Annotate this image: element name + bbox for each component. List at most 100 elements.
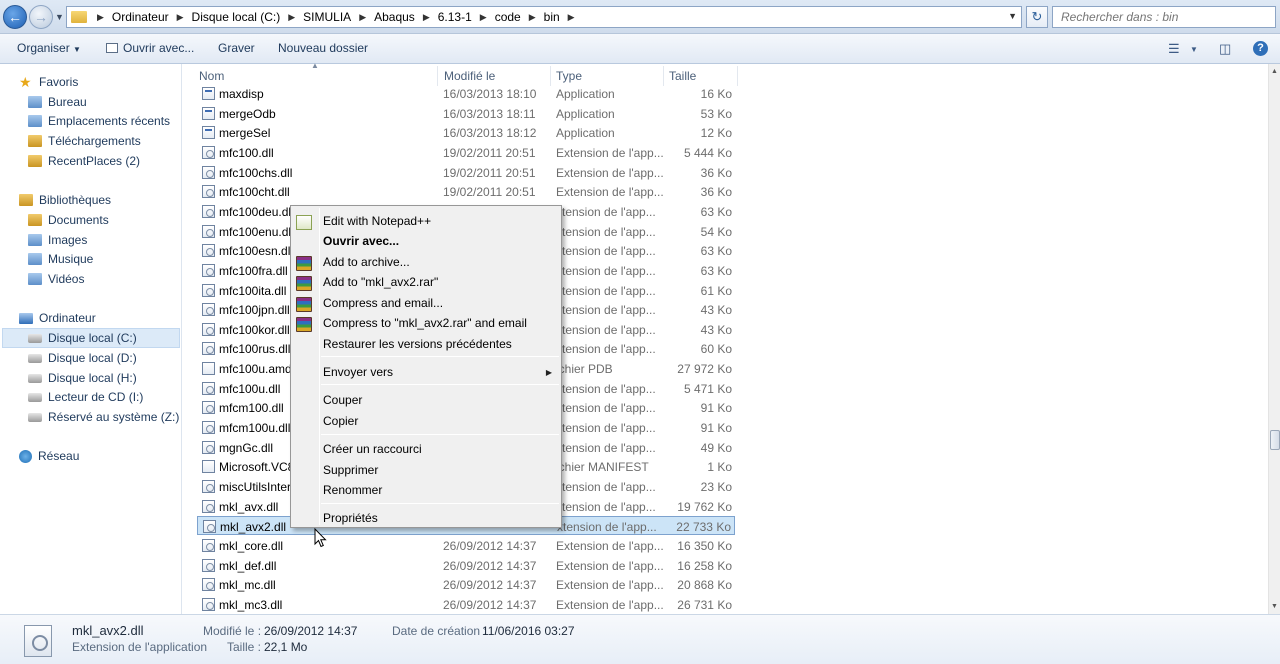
column-size[interactable]: Taille [669,69,696,83]
file-type: xtension de l'app... [556,283,656,298]
nav-favorites[interactable]: ★ Favoris [19,72,78,92]
nav-item-recent-locations[interactable]: Emplacements récents [28,111,170,131]
preview-pane-icon[interactable]: ◫ [1219,41,1231,57]
address-box[interactable]: ▶ Ordinateur ▶ Disque local (C:) ▶ SIMUL… [66,6,1022,28]
breadcrumb-code[interactable]: code [493,10,523,24]
nav-item-downloads[interactable]: Téléchargements [28,131,141,151]
nav-item-bureau[interactable]: Bureau [28,92,87,112]
file-size: 5 444 Ko [683,145,732,160]
forward-button[interactable]: → [29,5,53,29]
chevron-right-icon[interactable]: ▶ [282,12,301,23]
menu-item-couper[interactable]: Couper [323,393,362,407]
menu-item-compress-and-email[interactable]: Compress and email... [323,296,443,310]
breadcrumb-ordinateur[interactable]: Ordinateur [110,10,171,24]
breadcrumb-simulia[interactable]: SIMULIA [301,10,353,24]
chevron-right-icon[interactable]: ▶ [474,12,493,23]
nav-item-images[interactable]: Images [28,230,87,250]
file-row[interactable]: mergeSel 16/03/2013 18:12 Application 12 Ko [197,123,735,142]
breadcrumb-bin[interactable]: bin [542,10,562,24]
nav-item-drive-h[interactable]: Disque local (H:) [28,368,137,388]
menu-item-propri-t-s[interactable]: Propriétés [323,511,378,525]
file-name: mkl_core.dll [219,538,284,553]
chevron-right-icon[interactable]: ▶ [353,12,372,23]
file-row[interactable]: mkl_mc3.dll 26/09/2012 14:37 Extension de … [197,595,735,614]
file-row[interactable]: mfc100.dll 19/02/2011 20:51 Extension de l… [197,143,735,162]
menu-item-restaurer-les-versions-pr-c-dentes[interactable]: Restaurer les versions précédentes [323,337,512,351]
address-bar-row: ← → ▼ ▶ Ordinateur ▶ Disque local (C:) ▶… [0,0,1280,34]
view-options-icon[interactable]: ☰ [1168,41,1180,57]
file-row[interactable]: mfc100cht.dll 19/02/2011 20:51 Extension d… [197,182,735,201]
menu-item-edit-with-notepad[interactable]: Edit with Notepad++ [323,214,431,228]
column-type[interactable]: Type [556,69,582,83]
column-divider[interactable] [663,66,664,86]
search-box[interactable] [1052,6,1276,28]
file-row[interactable]: mfc100chs.dll 19/02/2011 20:51 Extension d… [197,163,735,182]
scroll-up-icon[interactable]: ▲ [1271,68,1278,75]
column-divider[interactable] [737,66,738,86]
recent-pages-dropdown-icon[interactable]: ▼ [55,12,64,22]
back-button[interactable]: ← [3,5,27,29]
menu-item-supprimer[interactable]: Supprimer [323,463,378,477]
menu-item-compress-to-mkl-avx2-rar-and-email[interactable]: Compress to "mkl_avx2.rar" and email [323,316,527,330]
search-input[interactable] [1061,10,1261,24]
column-divider[interactable] [550,66,551,86]
nav-computer[interactable]: Ordinateur [19,308,96,328]
file-row[interactable]: mkl_def.dll 26/09/2012 14:37 Extension de … [197,556,735,575]
file-name: mfc100u.dll [219,381,281,396]
column-modified[interactable]: Modifié le [444,69,495,83]
menu-item-ouvrir-avec[interactable]: Ouvrir avec... [323,234,399,248]
file-name: miscUtilsIntern [219,480,298,494]
breadcrumb-disque-c[interactable]: Disque local (C:) [190,10,283,24]
column-divider[interactable] [437,66,438,86]
menu-item-add-to-mkl-avx2-rar[interactable]: Add to "mkl_avx2.rar" [323,275,438,289]
nav-item-music[interactable]: Musique [28,249,93,269]
context-menu: Edit with Notepad++ Ouvrir avec... Add to … [290,205,562,528]
help-icon[interactable]: ? [1253,41,1268,56]
chevron-right-icon[interactable]: ▶ [562,12,581,23]
vertical-scrollbar[interactable]: ▲ ▼ [1268,64,1280,614]
menu-item-copier[interactable]: Copier [323,414,358,428]
chevron-right-icon[interactable]: ▶ [523,12,542,23]
nav-item-recentplaces[interactable]: RecentPlaces (2) [28,151,140,171]
breadcrumb-version[interactable]: 6.13-1 [436,10,474,24]
breadcrumb-abaqus[interactable]: Abaqus [372,10,417,24]
nav-label: Documents [48,213,109,227]
address-history-dropdown-icon[interactable]: ▼ [1008,11,1017,21]
file-modified: 26/09/2012 14:37 [443,578,537,593]
menu-item-add-to-archive[interactable]: Add to archive... [323,255,410,269]
new-folder-button[interactable]: Nouveau dossier [278,41,368,55]
arrow-right-icon: → [34,9,48,25]
menu-item-cr-er-un-raccourci[interactable]: Créer un raccourci [323,442,422,456]
file-size: 20 868 Ko [677,578,732,593]
refresh-button[interactable]: ↻ [1026,6,1048,28]
nav-item-cd-drive[interactable]: Lecteur de CD (I:) [28,387,143,407]
nav-label: Emplacements récents [48,114,171,128]
nav-item-videos[interactable]: Vidéos [28,269,84,289]
nav-item-drive-d[interactable]: Disque local (D:) [28,348,137,368]
file-type: Extension de l'app... [556,578,664,593]
file-row[interactable]: mergeOdb 16/03/2013 18:11 Application 53 Ko [197,104,735,123]
chevron-right-icon[interactable]: ▶ [417,12,436,23]
nav-item-drive-z[interactable]: Réservé au système (Z:) [28,407,179,427]
file-row[interactable]: mkl_mc.dll 26/09/2012 14:37 Extension de l… [197,575,735,594]
scrollbar-thumb[interactable] [1270,430,1280,450]
nav-item-drive-c[interactable]: Disque local (C:) [2,328,180,348]
menu-item-envoyer-vers[interactable]: Envoyer vers [323,365,393,379]
file-row[interactable]: maxdisp 16/03/2013 18:10 Application 16 Ko [197,84,735,103]
chevron-right-icon[interactable]: ▶ [91,12,110,23]
organize-button[interactable]: Organiser ▼ [17,41,81,55]
chevron-right-icon[interactable]: ▶ [171,12,190,23]
open-with-button[interactable]: Ouvrir avec... [106,41,194,55]
chevron-down-icon: ▼ [73,45,81,54]
column-name[interactable]: Nom [199,69,224,83]
burn-button[interactable]: Graver [218,41,255,55]
nav-item-documents[interactable]: Documents [28,210,109,230]
dll-file-icon [202,263,215,277]
scroll-down-icon[interactable]: ▼ [1271,603,1278,610]
nav-network[interactable]: Réseau [19,446,79,466]
file-row[interactable]: mkl_core.dll 26/09/2012 14:37 Extension de… [197,536,735,555]
chevron-down-icon[interactable]: ▼ [1190,45,1198,54]
nav-libraries[interactable]: Bibliothèques [19,190,111,210]
dll-file-icon [202,538,215,552]
menu-item-renommer[interactable]: Renommer [323,483,382,497]
